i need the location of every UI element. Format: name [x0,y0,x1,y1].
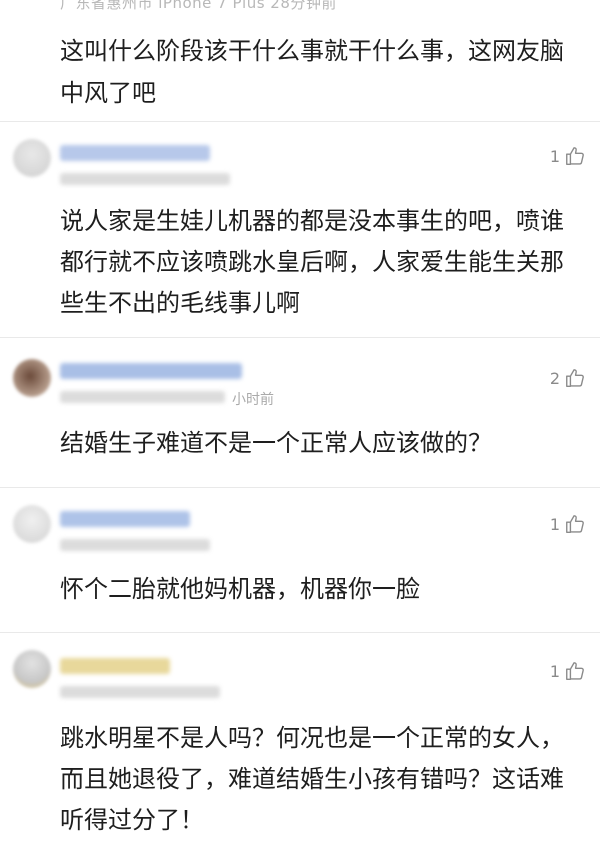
comment-text: 跳水明星不是人吗？何况也是一个正常的女人，而且她退役了，难道结婚生小孩有错吗？这… [60,724,564,834]
comment-time: 小时前 [232,392,274,408]
comment-item: 1 怀个二胎就他妈机器，机器你一脸 [0,487,600,632]
like-count: 2 [549,368,560,388]
comment-text: 说人家是生娃儿机器的都是没本事生的吧，喷谁都行就不应该喷跳水皇后啊，人家爱生能生… [60,207,564,317]
comment-text: 怀个二胎就他妈机器，机器你一脸 [60,575,420,603]
comment-item: 1 跳水明星不是人吗？何况也是一个正常的女人，而且她退役了，难道结婚生小孩有错吗… [0,632,600,846]
comment-meta [60,173,230,185]
like-button[interactable]: 1 [550,145,586,167]
comment-meta [60,686,220,698]
comment-text: 结婚生子难道不是一个正常人应该做的？ [60,429,492,457]
like-count: 1 [549,514,560,534]
comment-item: 1 说人家是生娃儿机器的都是没本事生的吧，喷谁都行就不应该喷跳水皇后啊，人家爱生… [0,121,600,337]
thumbs-up-icon [564,513,586,535]
comment-item: 小时前 2 结婚生子难道不是一个正常人应该做的？ [0,337,600,485]
comment-meta [60,539,210,551]
avatar[interactable] [13,650,51,688]
like-count: 1 [549,146,560,166]
like-button[interactable]: 1 [550,513,586,535]
username[interactable] [60,511,190,527]
username[interactable] [60,363,242,379]
like-count: 1 [549,661,560,681]
comment-text: 这叫什么阶段该干什么事就干什么事，这网友脑中风了吧 [60,37,564,107]
post-meta: 广东省惠州市 iPhone 7 Plus 28分钟前 [60,0,337,12]
avatar[interactable] [13,359,51,397]
avatar[interactable] [13,139,51,177]
username[interactable] [60,145,210,161]
username[interactable] [60,658,170,674]
thumbs-up-icon [564,660,586,682]
like-button[interactable]: 2 [550,367,586,389]
thumbs-up-icon [564,145,586,167]
like-button[interactable]: 1 [550,660,586,682]
thumbs-up-icon [564,367,586,389]
avatar[interactable] [13,505,51,543]
comment-meta [60,391,225,403]
